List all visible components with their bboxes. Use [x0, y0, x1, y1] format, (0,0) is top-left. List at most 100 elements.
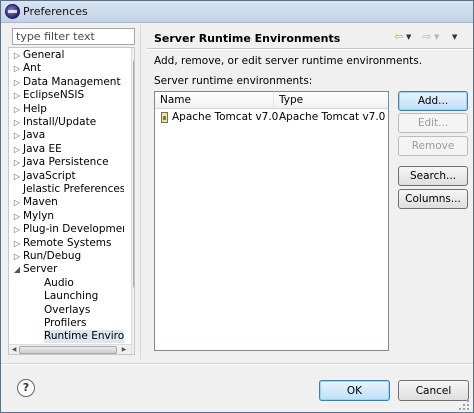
tree-item[interactable]: ▷ Data Management: [9, 76, 124, 89]
tree-item-label: Java: [23, 129, 46, 142]
expand-arrow-icon[interactable]: ▷: [12, 62, 22, 75]
tree-item[interactable]: Launching: [9, 290, 124, 303]
expand-arrow-icon[interactable]: ▷: [12, 129, 22, 142]
header-separator: [147, 48, 473, 50]
runtime-table[interactable]: Name Type Apache Tomcat v7.0 Apache Tomc…: [154, 91, 389, 351]
search-button[interactable]: Search...: [398, 166, 468, 186]
page-description: Add, remove, or edit server runtime envi…: [154, 55, 423, 67]
tree-item-label: General: [23, 49, 65, 61]
table-caption: Server runtime environments:: [154, 75, 313, 87]
expand-arrow-icon[interactable]: ▷: [12, 250, 22, 263]
back-dropdown-icon[interactable]: ▼: [406, 29, 411, 45]
runtime-type: Apache Tomcat v7.0: [279, 111, 386, 123]
ok-button[interactable]: OK: [319, 380, 390, 401]
preferences-window: Preferences ▷TeamRuntime EnvironmeProfil…: [0, 0, 474, 413]
tree-item[interactable]: ▷ Run/Debug: [9, 250, 124, 263]
tree-item[interactable]: ▷ EclipseNSIS: [9, 89, 124, 102]
tree-item[interactable]: ▷ Java EE: [9, 143, 124, 156]
tree-item-label: Install/Update: [23, 116, 97, 128]
tree-item[interactable]: ▷ Java: [9, 129, 124, 142]
tree-item[interactable]: ▷ Remote Systems: [9, 237, 124, 250]
tree-item-label: Plug-in Development: [23, 223, 124, 236]
remove-button[interactable]: Remove: [398, 136, 468, 156]
tree-item-label: Launching: [44, 290, 99, 303]
runtime-jar-icon: [161, 112, 168, 123]
tree-item[interactable]: Overlays: [9, 304, 124, 317]
tree-item-label: Ant: [23, 62, 41, 75]
scroll-left-icon[interactable]: ◀: [9, 345, 19, 354]
footer-separator: [1, 363, 473, 365]
tree-item-label: Jelastic Preferences: [23, 183, 124, 195]
tree-item[interactable]: Profilers: [9, 317, 124, 330]
column-header-type[interactable]: Type: [274, 92, 388, 109]
forward-arrow-icon[interactable]: ⇨: [422, 29, 431, 45]
tree-item-label: Maven: [23, 196, 58, 209]
back-arrow-icon[interactable]: ⇦: [394, 29, 403, 45]
expand-arrow-icon[interactable]: ▷: [12, 89, 22, 102]
tree-item[interactable]: ▷ Install/Update: [9, 116, 124, 129]
expand-arrow-icon[interactable]: ▷: [12, 210, 22, 223]
tree-item-label: Profilers: [44, 317, 87, 329]
tree-item-label: Java EE: [23, 142, 62, 155]
scroll-down-icon[interactable]: ▼: [132, 332, 134, 342]
tree-item-label: Java Persistence: [23, 156, 109, 169]
tree-item-label: Mylyn: [23, 209, 55, 222]
expand-arrow-icon[interactable]: ▷: [12, 196, 22, 209]
tree-item[interactable]: ▷ General: [9, 49, 124, 62]
tree-item[interactable]: ◢ Server: [9, 263, 124, 276]
tree-item[interactable]: ▷ Ant: [9, 62, 124, 75]
table-header: Name Type: [155, 92, 388, 109]
tree-item[interactable]: Runtime Environme: [9, 330, 124, 344]
page-title: Server Runtime Environments: [154, 32, 341, 45]
view-menu-icon[interactable]: ▼: [452, 29, 457, 45]
tree-item[interactable]: ▷ Mylyn: [9, 210, 124, 223]
tree-item[interactable]: ▷ Java Persistence: [9, 156, 124, 169]
pane-divider[interactable]: [140, 25, 143, 359]
tree-vertical-scrollbar[interactable]: ▲ ▼: [131, 48, 134, 354]
tree-item-label: Remote Systems: [23, 236, 112, 249]
tree-item[interactable]: Jelastic Preferences: [9, 183, 124, 196]
expand-arrow-icon[interactable]: ▷: [12, 170, 22, 183]
edit-button[interactable]: Edit...: [398, 113, 468, 133]
expand-arrow-icon[interactable]: ▷: [12, 49, 22, 62]
expand-arrow-icon[interactable]: ▷: [12, 143, 22, 156]
tree-item[interactable]: ▷ Maven: [9, 196, 124, 209]
help-icon[interactable]: ?: [17, 379, 35, 397]
scroll-up-icon[interactable]: ▲: [132, 48, 134, 58]
table-row[interactable]: Apache Tomcat v7.0 Apache Tomcat v7.0: [155, 110, 388, 125]
column-header-name[interactable]: Name: [155, 92, 274, 109]
title-bar[interactable]: Preferences: [1, 1, 473, 23]
expand-arrow-icon[interactable]: ▷: [12, 223, 22, 236]
expand-arrow-icon[interactable]: ▷: [12, 103, 22, 116]
scroll-thumb[interactable]: [19, 346, 117, 354]
resize-grip-icon[interactable]: [459, 400, 471, 412]
expand-arrow-icon[interactable]: ▷: [12, 156, 22, 169]
tree-item-label: Overlays: [44, 303, 91, 316]
expand-arrow-icon[interactable]: ▷: [12, 116, 22, 129]
expand-arrow-icon[interactable]: ▷: [12, 76, 22, 89]
tree-item[interactable]: Audio: [9, 277, 124, 290]
scroll-right-icon[interactable]: ▶: [119, 345, 129, 354]
page-nav: ⇦ ▼ ⇨ ▼ ▼: [394, 29, 474, 45]
window-title: Preferences: [23, 5, 88, 18]
columns-button[interactable]: Columns...: [398, 189, 468, 209]
cancel-button[interactable]: Cancel: [398, 380, 469, 401]
collapse-arrow-icon[interactable]: ◢: [12, 263, 22, 276]
tree-item-label: Audio: [44, 276, 74, 289]
tree-item[interactable]: ▷ Plug-in Development: [9, 223, 124, 236]
tree-item-label: Server: [23, 263, 58, 276]
eclipse-icon: [5, 4, 20, 19]
tree-item-label: Data Management: [23, 75, 121, 88]
tree-item[interactable]: ▷ JavaScript: [9, 170, 124, 183]
forward-dropdown-icon[interactable]: ▼: [434, 29, 439, 45]
tree-item-label: JavaScript: [23, 169, 76, 182]
preference-tree[interactable]: ▷TeamRuntime EnvironmeProfilersOverlaysL…: [8, 47, 135, 355]
expand-arrow-icon[interactable]: ▷: [12, 237, 22, 250]
scroll-thumb[interactable]: [133, 60, 134, 288]
tree-item-label: EclipseNSIS: [23, 89, 85, 102]
filter-input[interactable]: [12, 28, 135, 45]
tree-item-label: Run/Debug: [23, 250, 82, 262]
tree-horizontal-scrollbar[interactable]: ◀ ▶: [9, 344, 131, 354]
tree-item[interactable]: ▷ Help: [9, 103, 124, 116]
add-button[interactable]: Add...: [398, 91, 468, 111]
